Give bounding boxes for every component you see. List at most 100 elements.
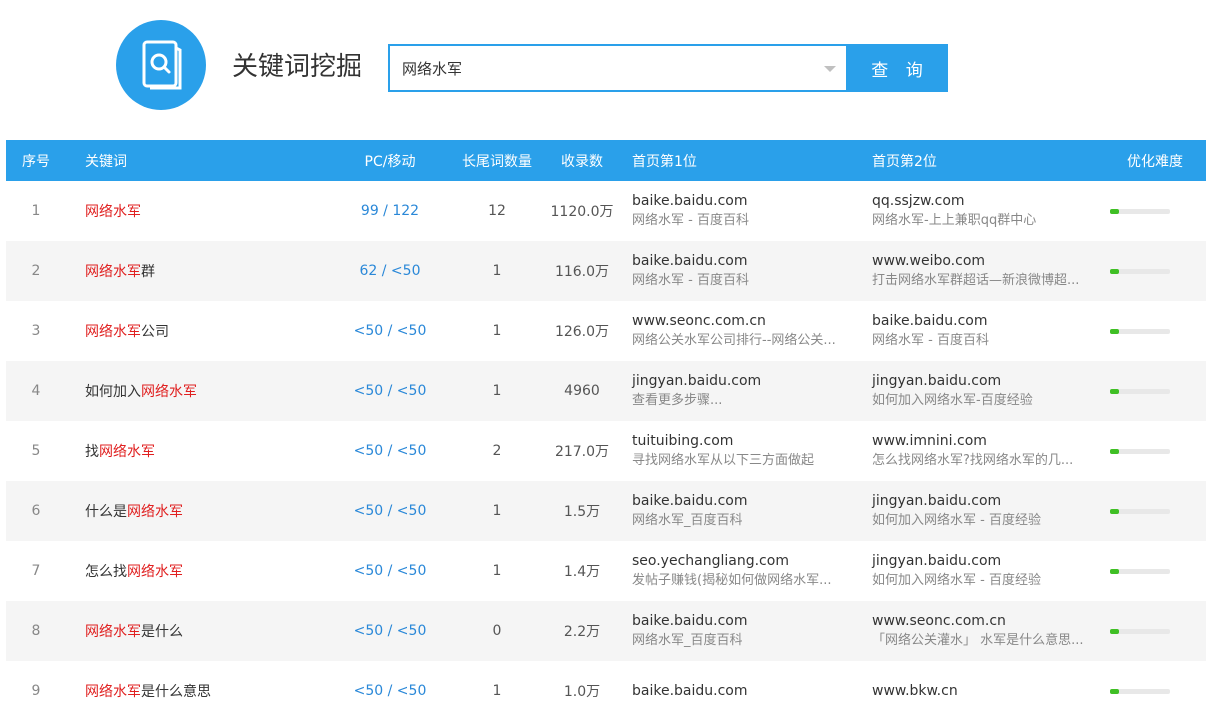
- pc-mobile-link[interactable]: <50 / <50: [326, 623, 454, 639]
- rank2-result[interactable]: jingyan.baidu.com 如何加入网络水军-百度经验: [864, 371, 1104, 411]
- col-header-no[interactable]: 序号: [6, 151, 66, 171]
- pc-mobile-link[interactable]: <50 / <50: [326, 443, 454, 459]
- keyword-highlight: 网络水军: [99, 444, 155, 460]
- row-number: 4: [31, 383, 41, 399]
- rank1-result[interactable]: seo.yechangliang.com 发帖子赚钱(揭秘如何做网络水军...: [624, 551, 864, 591]
- table-row: 6 什么是网络水军 <50 / <50 1 1.5万 baike.baidu.com 网络水…: [6, 481, 1206, 541]
- keyword-highlight: 网络水军: [127, 504, 183, 520]
- col-header-keyword[interactable]: 关键词: [66, 151, 326, 171]
- pc-mobile-link[interactable]: <50 / <50: [326, 683, 454, 699]
- keyword-table: 序号 关键词 PC/移动 长尾词数量 收录数 首页第1位 首页第2位 优化难度 …: [6, 140, 1206, 721]
- keyword-highlight: 网络水军: [85, 324, 141, 340]
- keyword-highlight: 网络水军: [85, 624, 141, 640]
- rank2-result[interactable]: www.weibo.com 打击网络水军群超话—新浪微博超...: [864, 251, 1104, 291]
- table-header: 序号 关键词 PC/移动 长尾词数量 收录数 首页第1位 首页第2位 优化难度: [6, 140, 1206, 181]
- rank1-site: baike.baidu.com: [632, 613, 748, 629]
- row-number: 2: [31, 263, 41, 279]
- rank2-snippet: 网络水军-上上兼职qq群中心: [872, 213, 1037, 228]
- table-row: 9 网络水军是什么意思 <50 / <50 1 1.0万 baike.baidu.com w…: [6, 661, 1206, 721]
- rank2-snippet: 网络水军 - 百度百科: [872, 333, 989, 348]
- keyword-suffix: 群: [141, 264, 155, 280]
- rank1-result[interactable]: baike.baidu.com: [624, 681, 864, 701]
- indexed-count: 4960: [564, 383, 600, 399]
- difficulty-cell: [1104, 688, 1206, 694]
- pc-mobile-link[interactable]: 62 / <50: [326, 263, 454, 279]
- search-box[interactable]: [388, 44, 848, 92]
- keyword-link[interactable]: 什么是网络水军: [66, 501, 326, 521]
- col-header-rank1[interactable]: 首页第1位: [624, 151, 864, 171]
- difficulty-bar-fill: [1110, 628, 1119, 634]
- keyword-link[interactable]: 找网络水军: [66, 441, 326, 461]
- difficulty-bar: [1110, 508, 1170, 514]
- longtail-count: 1: [492, 383, 502, 399]
- difficulty-cell: [1104, 268, 1206, 274]
- indexed-count: 1.5万: [563, 504, 601, 520]
- keyword-link[interactable]: 网络水军是什么意思: [66, 681, 326, 701]
- pc-mobile-link[interactable]: <50 / <50: [326, 383, 454, 399]
- rank1-result[interactable]: baike.baidu.com 网络水军 - 百度百科: [624, 191, 864, 231]
- keyword-highlight: 网络水军: [141, 384, 197, 400]
- pc-mobile-link[interactable]: <50 / <50: [326, 323, 454, 339]
- row-number: 1: [31, 203, 41, 219]
- rank2-snippet: 「网络公关灌水」 水军是什么意思...: [872, 633, 1084, 648]
- rank1-result[interactable]: www.seonc.com.cn 网络公关水军公司排行--网络公关...: [624, 311, 864, 351]
- rank2-site: jingyan.baidu.com: [872, 553, 1002, 569]
- keyword-link[interactable]: 网络水军群: [66, 261, 326, 281]
- col-header-difficulty[interactable]: 优化难度: [1104, 151, 1206, 171]
- keyword-suffix: 是什么意思: [141, 684, 211, 700]
- difficulty-bar-fill: [1110, 328, 1119, 334]
- col-header-indexed[interactable]: 收录数: [540, 151, 624, 171]
- rank1-site: baike.baidu.com: [632, 493, 748, 509]
- rank2-result[interactable]: www.bkw.cn: [864, 681, 1104, 701]
- keyword-prefix: 如何加入: [85, 384, 141, 400]
- search-button[interactable]: 查 询: [846, 44, 948, 92]
- keyword-link[interactable]: 怎么找网络水军: [66, 561, 326, 581]
- table-row: 7 怎么找网络水军 <50 / <50 1 1.4万 seo.yechangliang.c…: [6, 541, 1206, 601]
- longtail-count: 1: [492, 263, 502, 279]
- rank1-site: tuituibing.com: [632, 433, 734, 449]
- search-input[interactable]: [402, 46, 802, 90]
- indexed-count: 1.4万: [563, 564, 601, 580]
- rank2-site: qq.ssjzw.com: [872, 193, 965, 209]
- difficulty-bar: [1110, 328, 1170, 334]
- keyword-link[interactable]: 网络水军公司: [66, 321, 326, 341]
- rank2-result[interactable]: www.seonc.com.cn 「网络公关灌水」 水军是什么意思...: [864, 611, 1104, 651]
- rank1-result[interactable]: tuituibing.com 寻找网络水军从以下三方面做起: [624, 431, 864, 471]
- rank1-result[interactable]: baike.baidu.com 网络水军_百度百科: [624, 611, 864, 651]
- chevron-down-icon[interactable]: [824, 66, 836, 72]
- rank2-result[interactable]: jingyan.baidu.com 如何加入网络水军 - 百度经验: [864, 551, 1104, 591]
- pc-mobile-link[interactable]: <50 / <50: [326, 563, 454, 579]
- col-header-longtail[interactable]: 长尾词数量: [454, 151, 540, 171]
- rank1-result[interactable]: jingyan.baidu.com 查看更多步骤...: [624, 371, 864, 411]
- col-header-pc-mobile[interactable]: PC/移动: [326, 151, 454, 171]
- rank2-result[interactable]: jingyan.baidu.com 如何加入网络水军 - 百度经验: [864, 491, 1104, 531]
- longtail-count: 1: [492, 323, 502, 339]
- rank1-result[interactable]: baike.baidu.com 网络水军 - 百度百科: [624, 251, 864, 291]
- keyword-suffix: 公司: [141, 324, 169, 340]
- difficulty-cell: [1104, 628, 1206, 634]
- col-header-rank2[interactable]: 首页第2位: [864, 151, 1104, 171]
- keyword-prefix: 找: [85, 444, 99, 460]
- difficulty-bar-fill: [1110, 268, 1119, 274]
- indexed-count: 1.0万: [563, 684, 601, 700]
- table-row: 3 网络水军公司 <50 / <50 1 126.0万 www.seonc.com.cn 网…: [6, 301, 1206, 361]
- rank2-result[interactable]: www.imnini.com 怎么找网络水军?找网络水军的几...: [864, 431, 1104, 471]
- keyword-link[interactable]: 如何加入网络水军: [66, 381, 326, 401]
- rank2-result[interactable]: qq.ssjzw.com 网络水军-上上兼职qq群中心: [864, 191, 1104, 231]
- table-row: 2 网络水军群 62 / <50 1 116.0万 baike.baidu.com 网络水军…: [6, 241, 1206, 301]
- rank2-snippet: 如何加入网络水军 - 百度经验: [872, 513, 1041, 528]
- rank1-result[interactable]: baike.baidu.com 网络水军_百度百科: [624, 491, 864, 531]
- keyword-highlight: 网络水军: [85, 684, 141, 700]
- rank1-site: baike.baidu.com: [632, 193, 748, 209]
- difficulty-bar: [1110, 388, 1170, 394]
- keyword-link[interactable]: 网络水军是什么: [66, 621, 326, 641]
- pc-mobile-link[interactable]: <50 / <50: [326, 503, 454, 519]
- rank1-snippet: 查看更多步骤...: [632, 393, 723, 408]
- keyword-highlight: 网络水军: [85, 264, 141, 280]
- table-row: 1 网络水军 99 / 122 12 1120.0万 baike.baidu.com 网络水…: [6, 181, 1206, 241]
- longtail-count: 1: [492, 503, 502, 519]
- keyword-link[interactable]: 网络水军: [66, 201, 326, 221]
- pc-mobile-link[interactable]: 99 / 122: [326, 203, 454, 219]
- rank2-snippet: 如何加入网络水军 - 百度经验: [872, 573, 1041, 588]
- rank2-result[interactable]: baike.baidu.com 网络水军 - 百度百科: [864, 311, 1104, 351]
